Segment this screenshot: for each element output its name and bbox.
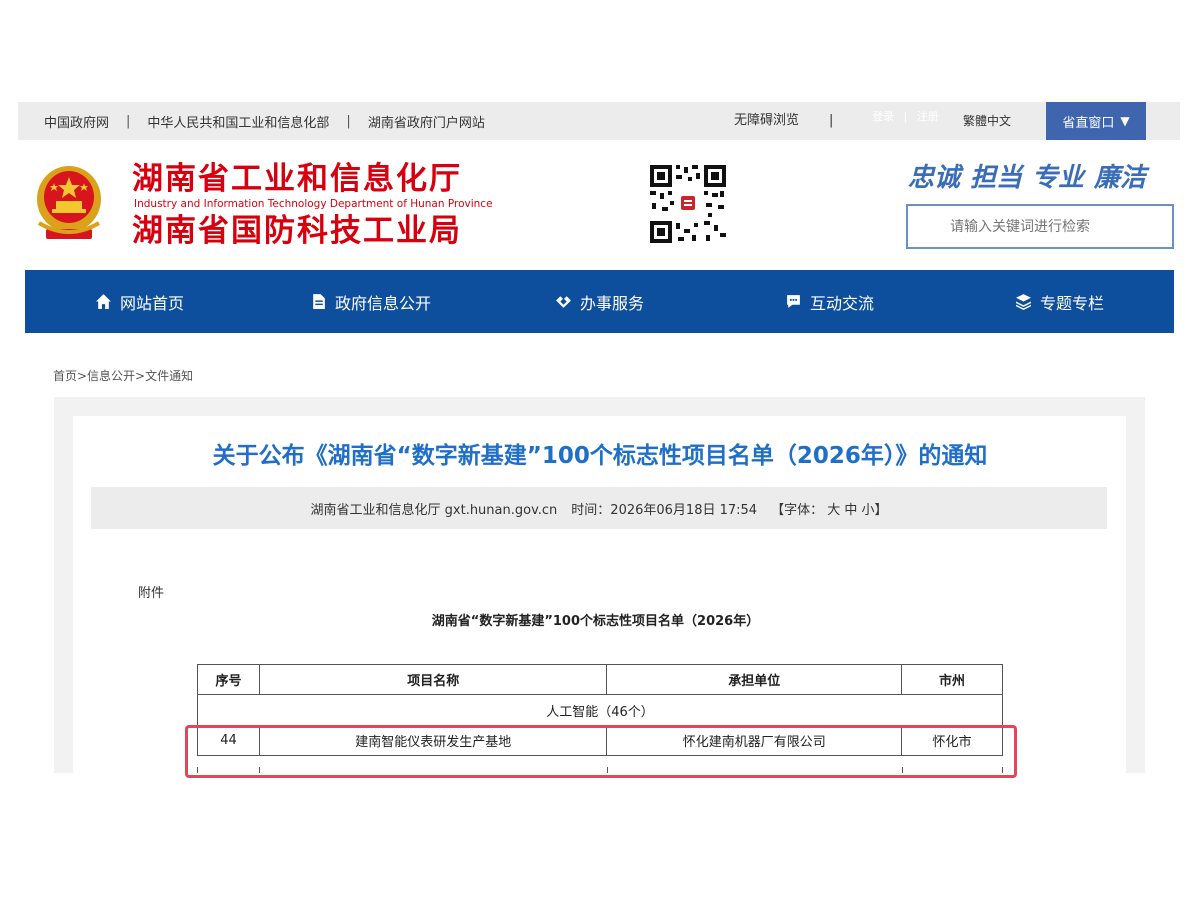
nav-item-label: 互动交流 <box>810 293 875 313</box>
nav-item-topics[interactable]: 专题专栏 <box>1015 270 1104 333</box>
article-title: 关于公布《湖南省“数字新基建”100个标志性项目名单（2026年）》的通知 <box>212 443 988 469</box>
nav-item-label: 办事服务 <box>580 293 645 313</box>
nav-item-home[interactable]: 网站首页 <box>95 270 184 333</box>
qr-code-icon <box>648 163 728 245</box>
document-icon <box>313 294 325 309</box>
separator: | <box>829 113 834 128</box>
attachment-label: 附件 <box>138 586 165 601</box>
breadcrumb[interactable]: 首页>信息公开>文件通知 <box>53 367 193 384</box>
caret-down-icon: ▼ <box>1120 114 1130 128</box>
article-time: 时间：2026年06月18日 17:54 <box>571 502 758 518</box>
nav-item-label: 政府信息公开 <box>335 293 432 313</box>
slogan-item: 廉洁 <box>1094 163 1147 193</box>
search-input[interactable] <box>906 204 1174 249</box>
external-links: 中国政府网 | 中华人民共和国工业和信息化部 | 湖南省政府门户网站 <box>44 102 485 140</box>
slogan-item: 专业 <box>1032 163 1085 193</box>
table-group-row: 人工智能（46个） <box>197 694 1003 726</box>
layers-icon <box>1016 294 1031 310</box>
login-register: 登录 | 注册 <box>872 108 939 124</box>
site-name-line1: 湖南省工业和信息化厅 <box>132 161 462 197</box>
highlight-box <box>185 725 1017 778</box>
article-meta: 湖南省工业和信息化厅 gxt.hunan.gov.cn 时间：2026年06月1… <box>91 487 1107 529</box>
link-gov-cn[interactable]: 中国政府网 <box>44 112 109 131</box>
nav-item-interaction[interactable]: 互动交流 <box>785 270 874 333</box>
list-title: 湖南省“数字新基建”100个标志性项目名单（2026年） <box>431 614 760 629</box>
site-name-english: Industry and Information Technology Depa… <box>134 198 493 210</box>
top-utility-bar: 中国政府网 | 中华人民共和国工业和信息化部 | 湖南省政府门户网站 无障碍浏览… <box>18 102 1180 140</box>
chat-icon <box>787 295 800 308</box>
national-emblem-icon <box>37 166 101 239</box>
handshake-icon <box>556 296 571 308</box>
accessibility-link[interactable]: 无障碍浏览 <box>734 102 799 140</box>
main-nav: 网站首页 政府信息公开 办事服务 互动交流 专题专栏 <box>25 270 1174 333</box>
separator: | <box>126 113 131 129</box>
login-link[interactable]: 登录 <box>872 110 894 123</box>
group-label: 人工智能（46个） <box>197 694 1003 726</box>
link-hunan-gov[interactable]: 湖南省政府门户网站 <box>368 112 485 131</box>
link-miit[interactable]: 中华人民共和国工业和信息化部 <box>147 112 329 131</box>
province-window-button[interactable]: 省直窗口 ▼ <box>1046 102 1146 140</box>
province-window-label: 省直窗口 <box>1062 115 1115 131</box>
column-header: 序号 <box>197 664 260 695</box>
register-link[interactable]: 注册 <box>917 110 939 123</box>
slogan-item: 忠诚 <box>908 163 961 193</box>
traditional-chinese-link[interactable]: 繁體中文 <box>963 102 1011 140</box>
font-size-selector[interactable]: 【字体： 大 中 小】 <box>771 499 887 518</box>
table-header-row: 序号 项目名称 承担单位 市州 <box>197 664 1003 695</box>
column-header: 承担单位 <box>606 664 903 695</box>
nav-item-services[interactable]: 办事服务 <box>555 270 644 333</box>
separator: | <box>346 113 351 129</box>
home-icon <box>96 294 111 309</box>
slogan-item: 担当 <box>970 163 1023 193</box>
column-header: 项目名称 <box>258 664 608 695</box>
nav-item-gov-info[interactable]: 政府信息公开 <box>310 270 431 333</box>
site-name-line2: 湖南省国防科技工业局 <box>132 213 462 249</box>
separator: | <box>903 110 908 123</box>
column-header: 市州 <box>901 664 1003 695</box>
slogan: 忠诚 担当 专业 廉洁 <box>908 157 1146 194</box>
nav-item-label: 网站首页 <box>120 293 185 313</box>
nav-item-label: 专题专栏 <box>1040 293 1105 313</box>
article-source: 湖南省工业和信息化厅 gxt.hunan.gov.cn <box>310 502 558 518</box>
